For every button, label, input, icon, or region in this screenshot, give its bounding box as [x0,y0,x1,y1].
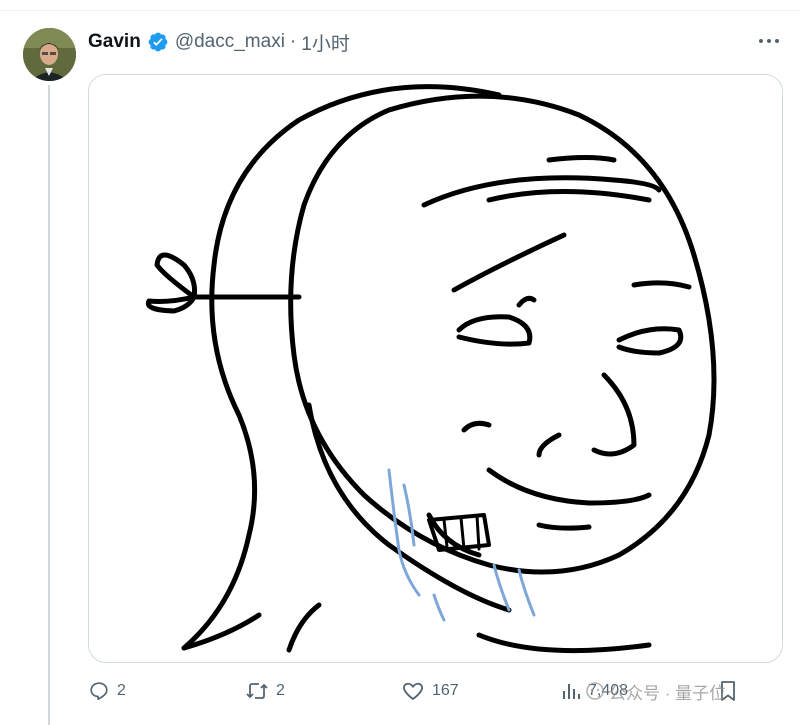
tweet-time[interactable]: 1小时 [301,29,350,56]
avatar[interactable] [23,28,76,81]
top-divider [0,10,800,11]
reply-count: 2 [117,682,126,699]
retweet-count: 2 [276,682,285,699]
views-chart-icon [563,684,580,699]
like-button[interactable]: 167 [401,678,459,704]
reply-button[interactable]: 2 [88,678,126,704]
meme-drawing [89,75,782,662]
thread-line [48,85,50,725]
reply-icon [90,682,108,701]
like-count: 167 [432,682,459,699]
watermark-text: 公众号 · 量子位 [609,683,727,703]
heart-icon [403,682,423,700]
tweet-header: Gavin @dacc_maxi · 1小时 [88,29,350,55]
watermark: 公众号 · 量子位 [585,678,726,704]
tweet-media-image[interactable] [88,74,783,663]
separator-dot: · [289,31,297,52]
retweet-button[interactable]: 2 [245,678,285,704]
retweet-icon [246,683,268,699]
author-handle[interactable]: @dacc_maxi [175,31,285,53]
more-options-icon[interactable] [754,30,784,52]
author-name[interactable]: Gavin [88,31,141,53]
wechat-logo-icon [586,682,604,700]
verified-badge-icon [147,31,169,53]
